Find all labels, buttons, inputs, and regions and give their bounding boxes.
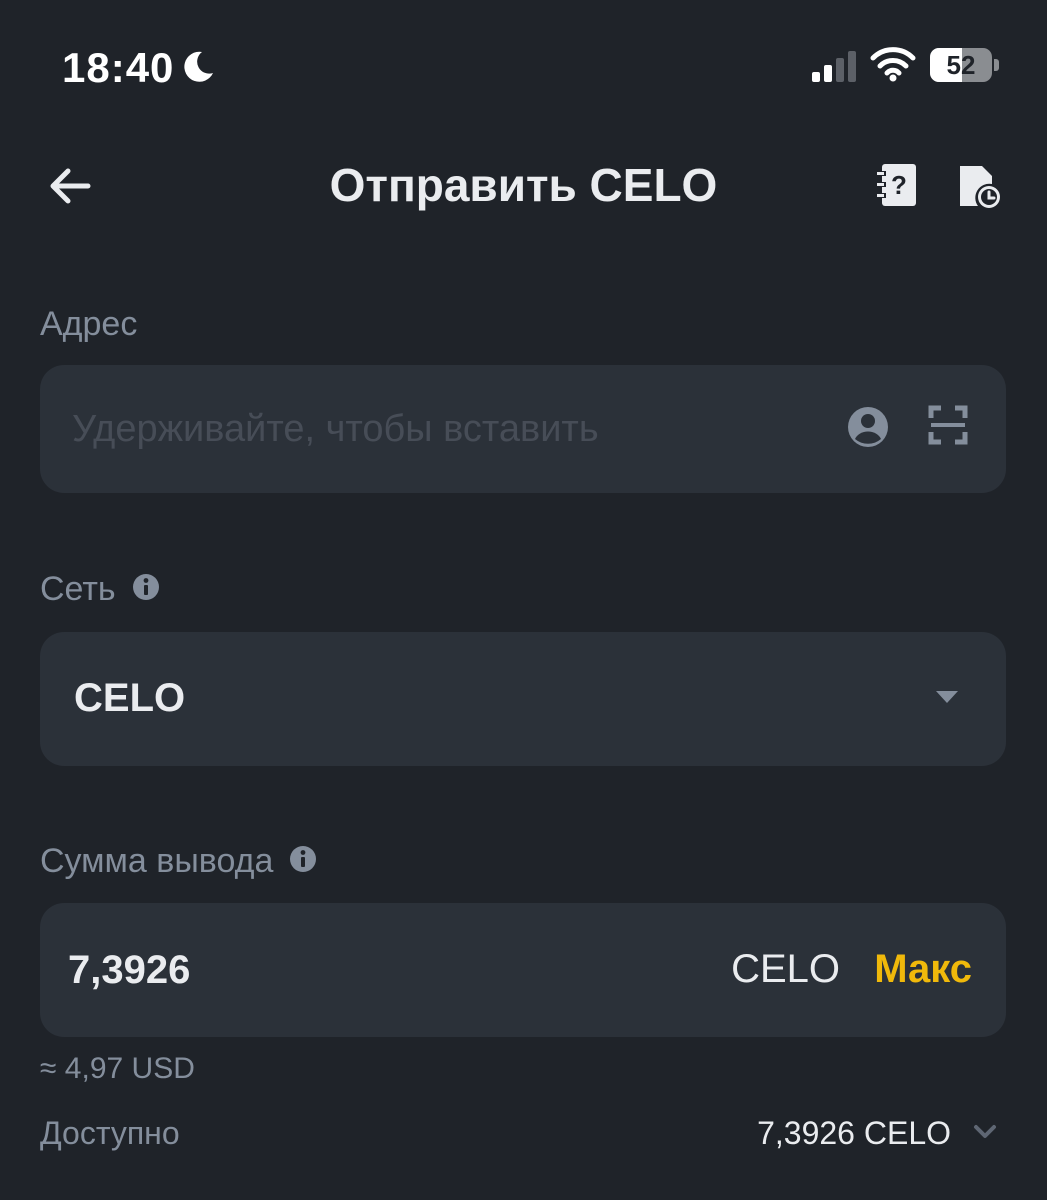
- max-button[interactable]: Макс: [874, 947, 972, 992]
- faq-icon[interactable]: ?: [874, 162, 920, 208]
- chevron-down-icon[interactable]: [972, 1122, 998, 1142]
- address-label: Адрес: [40, 305, 138, 343]
- address-input[interactable]: [72, 365, 832, 493]
- usd-estimate: ≈ 4,97 USD: [40, 1052, 195, 1085]
- available-value[interactable]: 7,3926 CELO: [757, 1115, 951, 1152]
- available-label: Доступно: [40, 1115, 180, 1151]
- amount-label: Сумма вывода: [40, 842, 274, 880]
- amount-unit: CELO: [731, 947, 840, 991]
- status-bar: 18:40 52: [0, 0, 1047, 130]
- info-icon[interactable]: [289, 845, 317, 873]
- wifi-icon: [870, 47, 916, 82]
- moon-icon: [184, 51, 213, 82]
- address-field: [40, 365, 1006, 493]
- header: Отправить CELO ?: [0, 140, 1047, 230]
- amount-input[interactable]: [68, 903, 688, 1037]
- network-label-row: Сеть: [40, 570, 160, 609]
- network-label: Сеть: [40, 570, 116, 608]
- info-icon[interactable]: [132, 573, 160, 601]
- battery-level-text: 52: [946, 50, 976, 80]
- caret-down-icon: [936, 691, 958, 703]
- history-icon[interactable]: [956, 162, 1002, 210]
- amount-field: CELO Макс: [40, 903, 1006, 1037]
- scan-icon[interactable]: [928, 405, 968, 445]
- amount-label-row: Сумма вывода: [40, 842, 317, 881]
- signal-icon: [812, 51, 856, 82]
- contact-icon[interactable]: [846, 405, 890, 449]
- network-select[interactable]: CELO: [40, 632, 1006, 766]
- battery-icon: 52: [930, 48, 1000, 84]
- status-time: 18:40: [62, 44, 175, 91]
- svg-text:?: ?: [891, 170, 907, 200]
- network-value: CELO: [74, 676, 186, 720]
